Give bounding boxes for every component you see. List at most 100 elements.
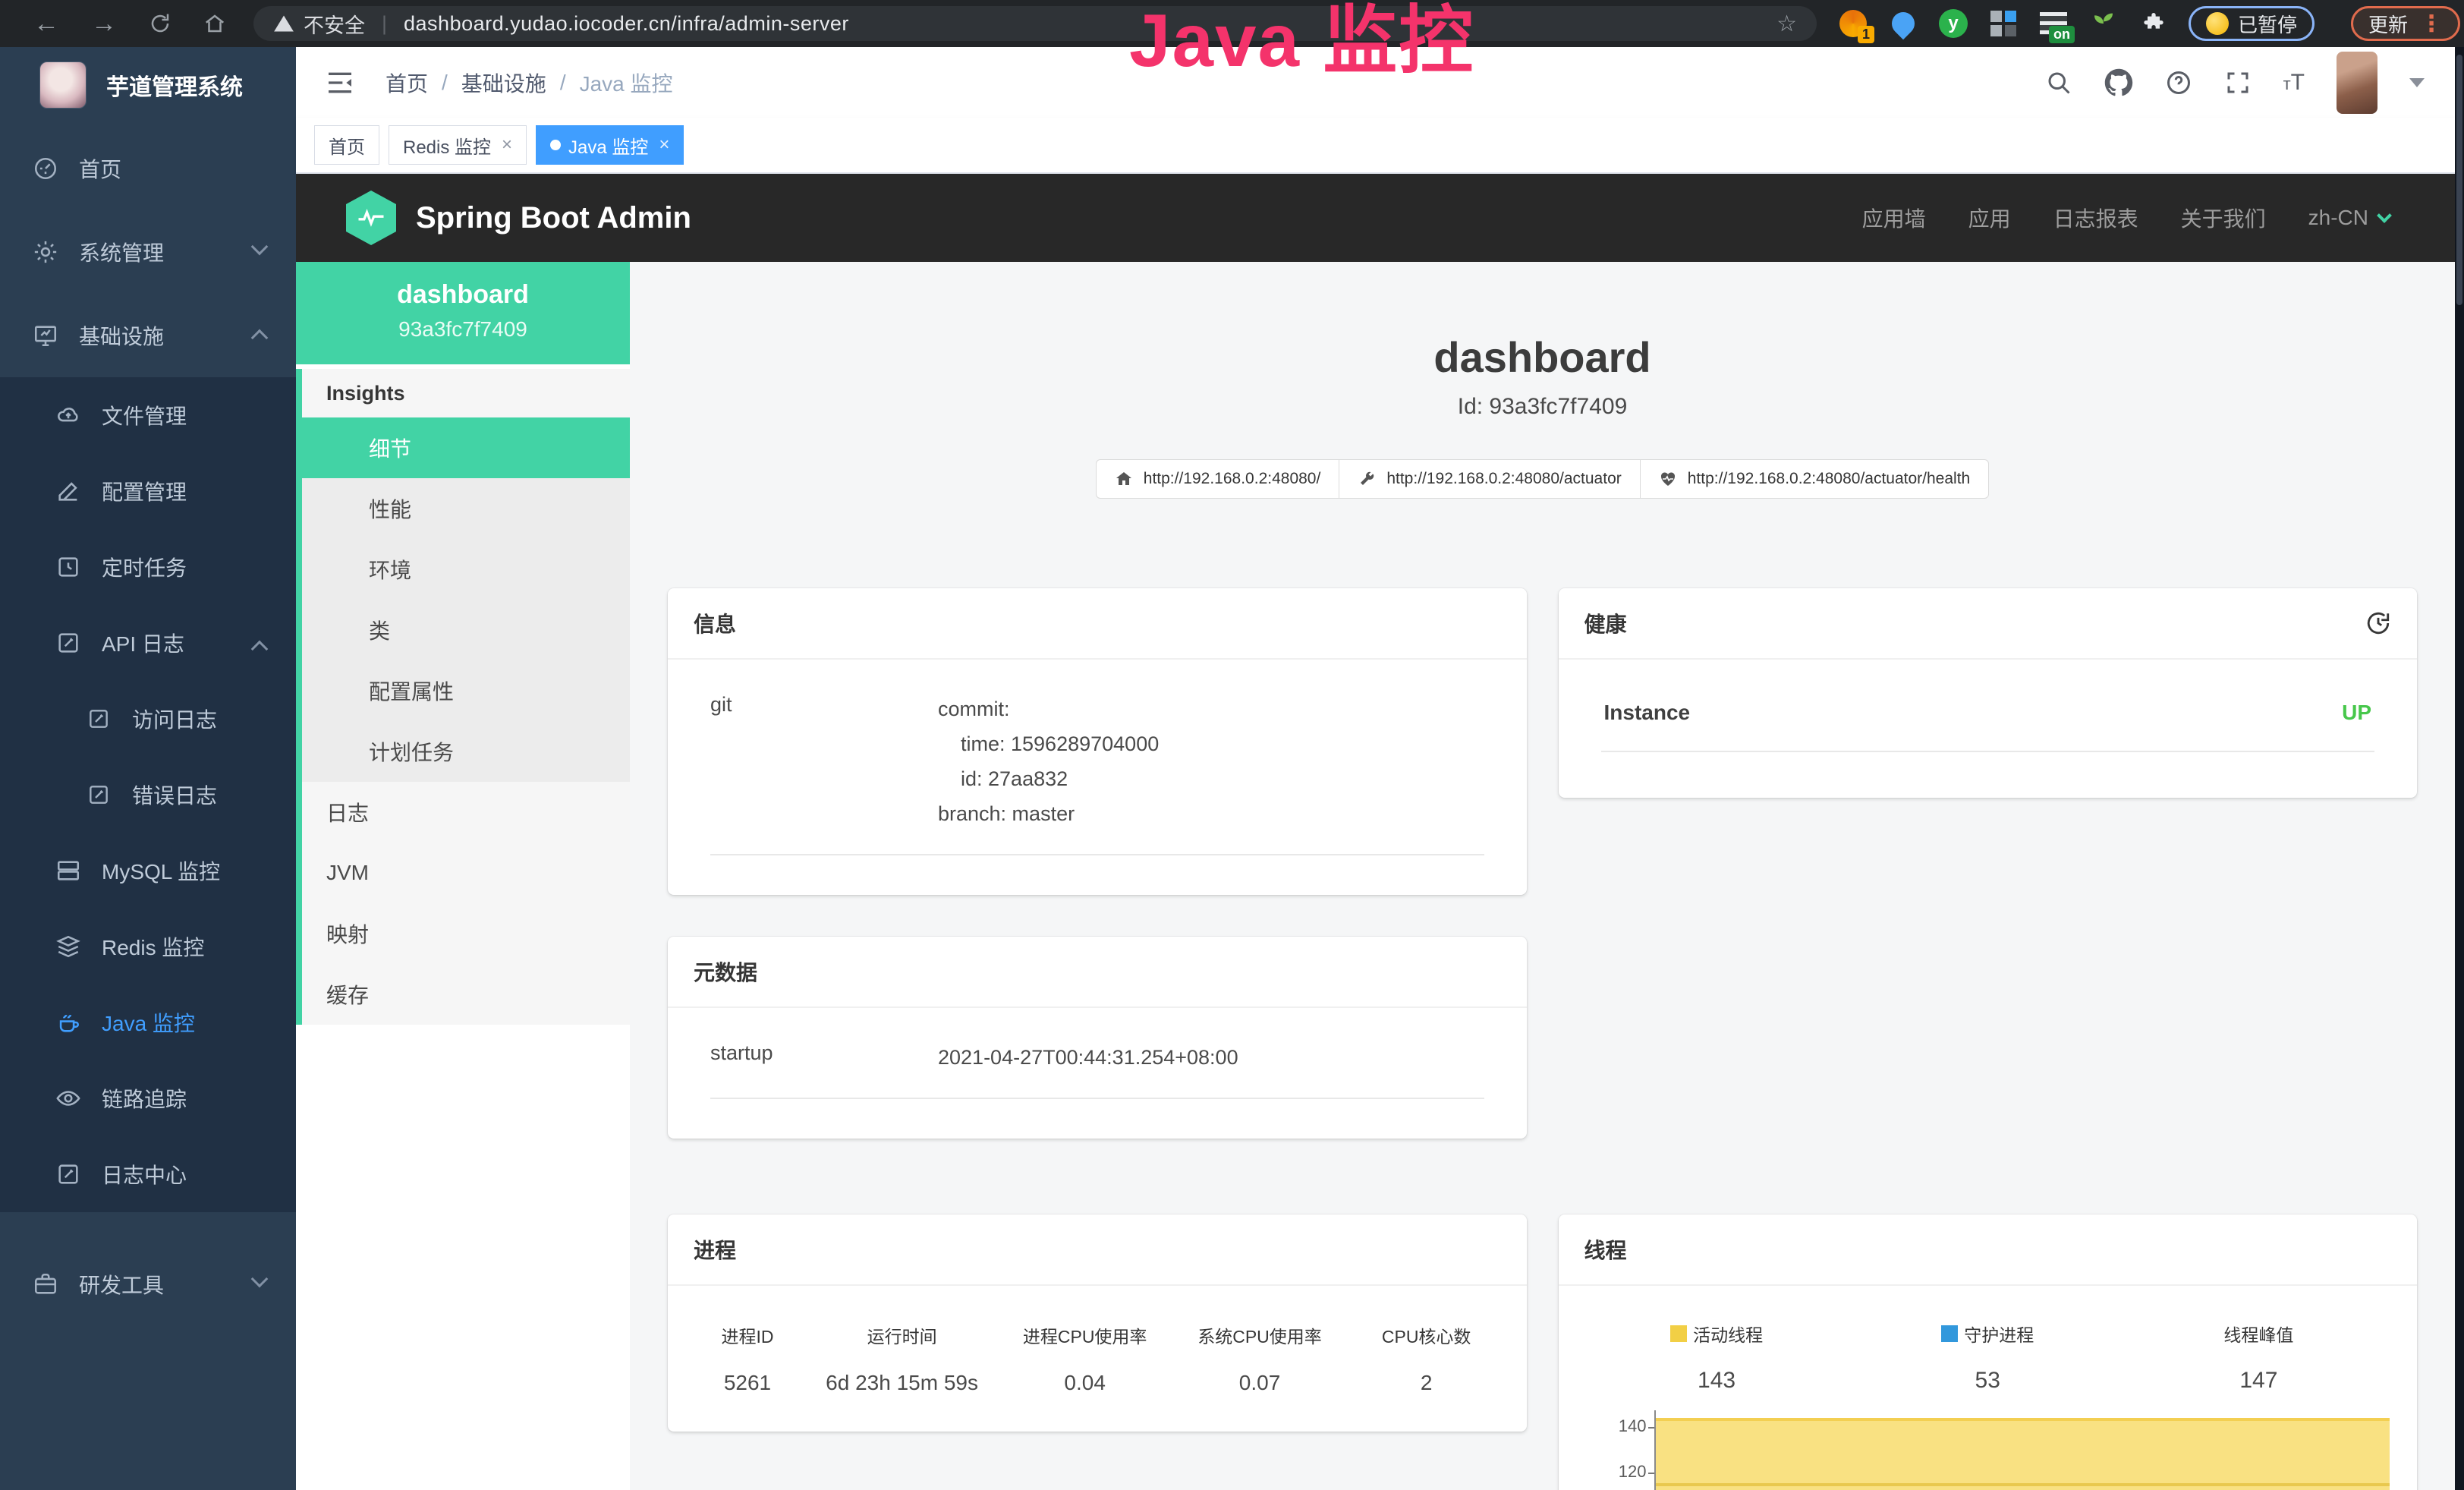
menu-item-environment[interactable]: 环境 (302, 539, 630, 600)
sba-nav-wallboard[interactable]: 应用墙 (1862, 203, 1926, 233)
extension-colorzilla-icon[interactable]: 1 (1838, 8, 1868, 39)
sba-nav-applications[interactable]: 应用 (1968, 203, 2011, 233)
font-size-icon[interactable]: тT (2283, 70, 2305, 96)
sidebar-item-log-center[interactable]: 日志中心 (0, 1136, 296, 1212)
sba-title: Spring Boot Admin (416, 201, 691, 235)
sba-language-select[interactable]: zh-CN (2308, 206, 2390, 230)
page-scrollbar[interactable] (2455, 47, 2464, 1490)
sba-brand[interactable]: Spring Boot Admin (346, 191, 691, 245)
server-icon (55, 858, 82, 884)
threads-legend: 活动线程 守护进程 线程峰值 143 53 147 (1581, 1313, 2395, 1394)
menu-item-metrics[interactable]: 性能 (302, 478, 630, 539)
eye-icon (55, 1085, 82, 1111)
chrome-update-button[interactable]: 更新 ⋮ (2351, 6, 2460, 41)
menu-item-jvm[interactable]: JVM (302, 843, 630, 903)
sidebar-item-scheduled-jobs[interactable]: 定时任务 (0, 529, 296, 605)
back-icon[interactable]: ← (33, 9, 59, 39)
paused-extension-pill[interactable]: 已暂停 (2189, 6, 2315, 41)
sba-nav-about[interactable]: 关于我们 (2181, 203, 2266, 233)
col-header-pid: 进程ID (691, 1322, 804, 1348)
extension-grid-icon[interactable] (1988, 8, 2019, 39)
menu-item-classes[interactable]: 类 (302, 600, 630, 660)
process-card: 进程 进程ID 运行时间 进程CPU使用率 系统CPU使用率 CPU核心数 52… (668, 1214, 1527, 1432)
sba-nav-journal[interactable]: 日志报表 (2053, 203, 2138, 233)
search-icon[interactable] (2045, 69, 2072, 96)
sidebar-item-java-monitor[interactable]: Java 监控 (0, 984, 296, 1060)
menu-item-details[interactable]: 细节 (302, 417, 630, 478)
instance-name: dashboard (296, 280, 630, 310)
paused-label: 已暂停 (2238, 10, 2297, 38)
tab-home[interactable]: 首页 (314, 125, 379, 165)
app-logo (39, 61, 87, 109)
chevron-down-icon (251, 238, 269, 256)
extension-sprout-icon[interactable] (2088, 8, 2119, 39)
col-header-process-cpu: 进程CPU使用率 (999, 1322, 1170, 1348)
area-inner-line (1656, 1483, 2390, 1486)
process-cpu-value: 0.04 (999, 1371, 1170, 1395)
tab-java-monitor[interactable]: Java 监控 × (536, 125, 684, 165)
sidebar-item-tracing[interactable]: 链路追踪 (0, 1060, 296, 1136)
breadcrumb-home[interactable]: 首页 (385, 68, 428, 98)
service-url-button[interactable]: http://192.168.0.2:48080/ (1096, 459, 1340, 499)
extension-pin-icon[interactable] (1888, 8, 1918, 39)
menu-item-config-props[interactable]: 配置属性 (302, 660, 630, 721)
active-dot (550, 140, 561, 150)
emoji-face-icon (2206, 12, 2229, 35)
bookmark-star-icon[interactable]: ☆ (1776, 11, 1797, 37)
site-security-chip[interactable]: 不安全 (273, 9, 365, 39)
close-icon[interactable]: × (502, 134, 512, 156)
address-bar[interactable]: 不安全 | dashboard.yudao.iocoder.cn/infra/a… (253, 6, 1817, 41)
github-icon[interactable] (2104, 68, 2133, 97)
extensions-row: 1 y on 已暂停 (1838, 6, 2460, 41)
close-icon[interactable]: × (659, 134, 669, 156)
forward-icon[interactable]: → (91, 9, 117, 39)
user-avatar[interactable] (2337, 52, 2377, 114)
menu-item-scheduled-tasks[interactable]: 计划任务 (302, 721, 630, 782)
sidebar-item-home[interactable]: 首页 (0, 127, 296, 210)
user-caret-icon[interactable] (2409, 78, 2425, 87)
tab-redis-monitor[interactable]: Redis 监控 × (389, 125, 527, 165)
extension-y-icon[interactable]: y (1938, 8, 1968, 39)
menu-item-mappings[interactable]: 映射 (302, 903, 630, 964)
blue-swatch-icon (1941, 1325, 1958, 1342)
instance-links: http://192.168.0.2:48080/ http://192.168… (1096, 459, 1989, 499)
help-icon[interactable] (2165, 69, 2192, 96)
reload-icon[interactable] (149, 12, 172, 35)
info-card-title: 信息 (694, 608, 736, 638)
uptime-value: 6d 23h 15m 59s (804, 1371, 999, 1395)
sidebar-item-system-mgmt[interactable]: 系统管理 (0, 210, 296, 294)
log-icon (55, 630, 82, 656)
extension-switch-icon[interactable]: on (2038, 8, 2069, 39)
chart-plot-area (1654, 1410, 2390, 1490)
sidebar-item-error-logs[interactable]: 错误日志 (0, 757, 296, 833)
info-git-label: git (710, 691, 938, 831)
sba-instance-header[interactable]: dashboard 93a3fc7f7409 (296, 262, 630, 364)
history-icon[interactable] (2365, 610, 2391, 636)
app-logo-row[interactable]: 芋道管理系统 (0, 62, 296, 108)
sidebar-item-mysql-monitor[interactable]: MySQL 监控 (0, 833, 296, 909)
sidebar-item-dev-tools[interactable]: 研发工具 (0, 1243, 296, 1326)
home-icon[interactable] (203, 12, 226, 35)
sidebar-item-infrastructure[interactable]: 基础设施 (0, 294, 296, 377)
menu-item-logs[interactable]: 日志 (302, 782, 630, 843)
sidebar-item-config-mgmt[interactable]: 配置管理 (0, 453, 296, 529)
actuator-url-button[interactable]: http://192.168.0.2:48080/actuator (1339, 459, 1640, 499)
sidebar-item-redis-monitor[interactable]: Redis 监控 (0, 909, 296, 984)
sidebar-item-access-logs[interactable]: 访问日志 (0, 681, 296, 757)
browser-menu-icon[interactable]: ⋮ (2420, 11, 2443, 37)
url-separator: | (382, 12, 387, 36)
threads-chart: 140 120 100 (1581, 1410, 2395, 1490)
breadcrumb-current: Java 监控 (580, 68, 673, 98)
app-sidebar: 芋道管理系统 首页 系统管理 基础设施 (0, 47, 296, 1490)
sidebar-item-api-logs[interactable]: API 日志 (0, 605, 296, 681)
scrollbar-thumb[interactable] (2456, 55, 2462, 305)
health-url-button[interactable]: http://192.168.0.2:48080/actuator/health (1641, 459, 1989, 499)
breadcrumb-infrastructure[interactable]: 基础设施 (461, 68, 546, 98)
app-title: 芋道管理系统 (106, 68, 243, 102)
menu-item-caches[interactable]: 缓存 (302, 964, 630, 1025)
sidebar-item-file-mgmt[interactable]: 文件管理 (0, 377, 296, 453)
hamburger-icon[interactable] (325, 68, 355, 98)
extensions-puzzle-icon[interactable] (2138, 8, 2169, 39)
fullscreen-icon[interactable] (2224, 69, 2252, 96)
process-card-title: 进程 (694, 1234, 736, 1265)
